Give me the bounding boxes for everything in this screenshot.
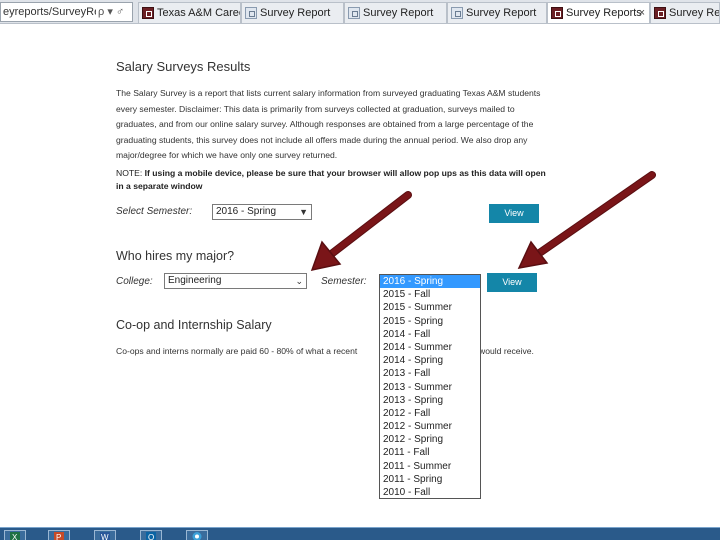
semester-option[interactable]: 2014 - Spring	[380, 354, 480, 367]
view-employers-button[interactable]: View	[487, 273, 537, 292]
semester-option[interactable]: 2012 - Fall	[380, 407, 480, 420]
svg-text:O: O	[148, 533, 154, 540]
semester-label: Semester:	[321, 276, 367, 287]
arrow-to-college-dropdown	[310, 191, 412, 272]
semester-option[interactable]: 2011 - Spring	[380, 473, 480, 486]
semester-option[interactable]: 2013 - Fall	[380, 367, 480, 380]
college-dropdown[interactable]: Engineering ⌄	[164, 273, 307, 289]
semester-option[interactable]: 2013 - Summer	[380, 381, 480, 394]
powerpoint-icon[interactable]: P	[48, 530, 70, 540]
chevron-down-icon: ▼	[299, 207, 308, 217]
tab-survey-report-3[interactable]: Survey Report	[447, 2, 547, 23]
aggie-favicon-icon	[142, 7, 154, 19]
tab-label: Survey Report	[363, 7, 434, 19]
semester-option[interactable]: 2015 - Summer	[380, 301, 480, 314]
tab-survey-reports-2[interactable]: Survey Reports	[650, 2, 720, 23]
semester-option[interactable]: 2010 - Fall	[380, 486, 480, 499]
coop-text: Co-ops and interns normally are paid 60 …	[116, 346, 358, 356]
coop-text-tail: would receive.	[479, 346, 534, 356]
tab-label: Survey Reports	[669, 7, 720, 19]
intro-paragraph: The Salary Survey is a report that lists…	[116, 88, 541, 160]
svg-text:P: P	[56, 533, 61, 540]
select-semester-value: 2016 - Spring	[216, 206, 277, 217]
note-text: If using a mobile device, please be sure…	[116, 168, 546, 191]
view-salary-button[interactable]: View	[489, 204, 539, 223]
aggie-favicon-icon	[551, 7, 563, 19]
page-favicon-icon	[245, 7, 257, 19]
tab-label: Texas A&M Career...	[157, 7, 240, 19]
semester-option[interactable]: 2015 - Spring	[380, 315, 480, 328]
tab-label: Survey Report	[260, 7, 331, 19]
semester-option[interactable]: 2014 - Fall	[380, 328, 480, 341]
svg-text:X: X	[12, 533, 18, 540]
semester-option[interactable]: 2012 - Summer	[380, 420, 480, 433]
tab-survey-report-1[interactable]: Survey Report	[241, 2, 344, 23]
excel-icon[interactable]: X	[4, 530, 26, 540]
tab-survey-reports-active[interactable]: Survey Reports ×	[547, 2, 650, 23]
taskbar: X P W O	[0, 527, 720, 540]
address-bar[interactable]: eyreports/SurveyReport ρ ▾ ♂	[0, 2, 133, 22]
chrome-icon[interactable]	[186, 530, 208, 540]
semester-option[interactable]: 2013 - Spring	[380, 394, 480, 407]
address-bar-icons[interactable]: ρ ▾ ♂	[96, 3, 127, 21]
tab-survey-report-2[interactable]: Survey Report	[344, 2, 447, 23]
semester-option[interactable]: 2016 - Spring	[380, 275, 480, 289]
college-label: College:	[116, 276, 153, 287]
page-favicon-icon	[451, 7, 463, 19]
page-title: Salary Surveys Results	[116, 59, 251, 74]
semester-option[interactable]: 2012 - Spring	[380, 433, 480, 446]
select-semester-label: Select Semester:	[116, 206, 193, 217]
college-value: Engineering	[168, 275, 222, 286]
tab-texas-am-career[interactable]: Texas A&M Career...	[138, 2, 241, 23]
semester-option[interactable]: 2014 - Summer	[380, 341, 480, 354]
chevron-down-icon: ⌄	[295, 276, 303, 286]
browser-chrome: eyreports/SurveyReport ρ ▾ ♂ Texas A&M C…	[0, 0, 720, 24]
annotation-arrows	[310, 171, 656, 272]
note-lead: NOTE:	[116, 168, 143, 178]
semester-option[interactable]: 2011 - Summer	[380, 460, 480, 473]
tab-label: Survey Report	[466, 7, 537, 19]
tab-label: Survey Reports	[566, 7, 642, 19]
mobile-note: NOTE: If using a mobile device, please b…	[116, 167, 546, 193]
word-icon[interactable]: W	[94, 530, 116, 540]
semester-dropdown-list[interactable]: 2016 - Spring 2015 - Fall 2015 - Summer …	[379, 274, 481, 499]
tab-close-icon[interactable]: ×	[639, 3, 645, 23]
semester-option[interactable]: 2015 - Fall	[380, 288, 480, 301]
coop-heading: Co-op and Internship Salary	[116, 318, 272, 332]
aggie-favicon-icon	[654, 7, 666, 19]
semester-option[interactable]: 2011 - Fall	[380, 446, 480, 459]
who-hires-heading: Who hires my major?	[116, 249, 235, 263]
select-semester-dropdown[interactable]: 2016 - Spring ▼	[212, 204, 312, 220]
outlook-icon[interactable]: O	[140, 530, 162, 540]
page-favicon-icon	[348, 7, 360, 19]
svg-text:W: W	[101, 533, 109, 540]
